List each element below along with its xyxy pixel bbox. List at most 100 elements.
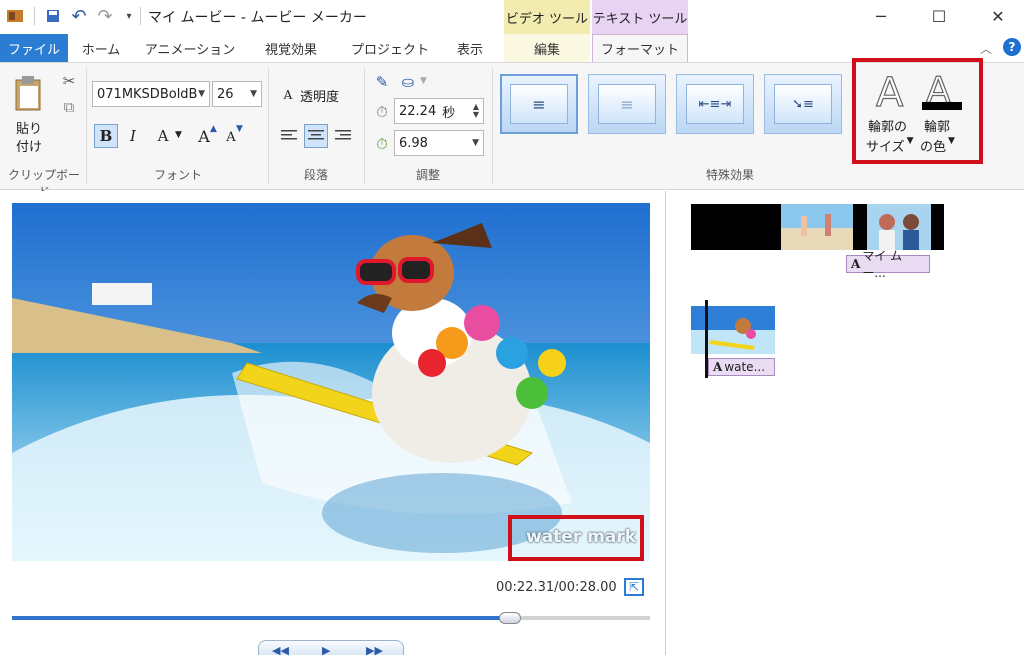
effect-thumbnail-2[interactable]: ≡	[588, 74, 666, 134]
transparency-button[interactable]: 透明度	[300, 86, 339, 105]
font-family-value: 071MKSDBoldB	[97, 86, 198, 102]
text-icon: A	[851, 257, 861, 271]
group-separator	[492, 68, 493, 184]
arrow-up-icon: ▲	[210, 124, 217, 134]
italic-button[interactable]: I	[122, 124, 144, 148]
timecode: 00:22.31/00:28.00	[496, 580, 617, 595]
tab-edit[interactable]: 編集	[504, 34, 590, 62]
background-color-icon[interactable]: ⛀	[398, 72, 418, 92]
scroll-horizontal-icon: ⇤≡⇥	[686, 84, 744, 124]
lines-icon: ≡	[510, 84, 568, 124]
previous-frame-icon[interactable]: ◀◀	[272, 644, 289, 657]
app-icon[interactable]	[6, 7, 24, 25]
duration-field[interactable]: 6.98 ▼	[394, 130, 484, 156]
font-size-value: 26	[217, 86, 234, 102]
font-size-select[interactable]: 26 ▼	[212, 81, 262, 107]
outline-color-icon: A	[922, 68, 962, 112]
start-time-icon: ⏱	[376, 103, 388, 121]
tab-home[interactable]: ホーム	[70, 34, 132, 62]
caption-chip-title[interactable]: A マイ ムー...	[846, 249, 930, 280]
caption-chip-title-label: マイ ムー...	[862, 249, 903, 280]
window-title: マイ ムービー - ムービー メーカー	[148, 10, 367, 26]
caption-chip-watermark[interactable]: Awate...	[708, 358, 775, 376]
save-icon[interactable]	[44, 7, 62, 25]
group-separator	[86, 68, 87, 184]
align-left-icon[interactable]	[278, 124, 300, 148]
play-icon[interactable]: ▶	[322, 644, 330, 657]
video-preview[interactable]: water mark	[12, 203, 650, 561]
next-frame-icon[interactable]: ▶▶	[366, 644, 383, 657]
help-icon[interactable]: ?	[1003, 38, 1021, 56]
cut-icon[interactable]: ✂	[60, 72, 78, 90]
surf-clip-thumbnail[interactable]	[691, 306, 775, 354]
effect-thumbnail-1[interactable]: ≡	[500, 74, 578, 134]
tab-animation[interactable]: アニメーション	[138, 34, 242, 62]
align-center-icon[interactable]	[304, 124, 328, 148]
outline-size-label-1: 輪郭の	[868, 120, 908, 135]
seek-thumb[interactable]	[498, 612, 521, 624]
svg-text:A: A	[876, 70, 904, 112]
clip-gap	[853, 204, 867, 250]
start-time-value: 22.24	[399, 103, 437, 119]
close-button[interactable]: ✕	[975, 0, 1021, 32]
tab-file[interactable]: ファイル	[0, 34, 68, 62]
tab-visual-effects[interactable]: 視覚効果	[248, 34, 334, 62]
group-separator	[268, 68, 269, 184]
duration-icon: ⏱	[376, 135, 388, 153]
start-time-field[interactable]: 22.24 秒 ▲ ▼	[394, 98, 484, 124]
chevron-down-icon[interactable]: ▼	[420, 76, 427, 86]
pane-divider	[665, 191, 666, 655]
divider	[34, 7, 35, 25]
effect-thumbnail-4[interactable]: ➘≡	[764, 74, 842, 134]
copy-icon[interactable]: ⧉	[60, 98, 78, 116]
paste-label-2: 付け	[16, 140, 43, 155]
bold-button[interactable]: B	[94, 124, 118, 148]
outline-color-button[interactable]: の色 ▼	[920, 136, 955, 155]
collapse-ribbon-icon[interactable]: ︿	[980, 40, 992, 57]
outline-color-label-1: 輪郭	[924, 120, 951, 135]
start-time-unit: 秒	[442, 105, 456, 121]
clip-end	[931, 204, 944, 250]
beach-clip-thumbnail[interactable]	[781, 204, 853, 250]
outline-color-label-2: の色	[920, 140, 947, 155]
maximize-button[interactable]: ☐	[916, 0, 962, 32]
preview-image	[12, 203, 650, 561]
paste-label-1: 貼り	[16, 122, 43, 137]
fullscreen-icon[interactable]: ⇱	[624, 578, 644, 596]
chevron-down-icon[interactable]: ▼	[175, 130, 182, 140]
group-label-paragraph: 段落	[303, 168, 328, 182]
undo-icon[interactable]: ↶	[70, 6, 88, 27]
divider	[140, 7, 141, 25]
group-separator	[364, 68, 365, 184]
watermark-text: water mark	[526, 527, 637, 547]
effect-thumbnail-3[interactable]: ⇤≡⇥	[676, 74, 754, 134]
tab-project[interactable]: プロジェクト	[340, 34, 440, 62]
font-color-button[interactable]: A	[152, 124, 174, 148]
seek-bar-fill	[12, 616, 510, 620]
people-clip-thumbnail[interactable]	[867, 204, 931, 250]
chevron-down-icon: ▼	[250, 89, 257, 99]
text-icon: A	[713, 360, 723, 374]
minimize-button[interactable]: ─	[858, 0, 904, 32]
tab-view[interactable]: 表示	[446, 34, 494, 62]
paste-button[interactable]	[12, 74, 46, 114]
spin-buttons-icon[interactable]: ▲ ▼	[473, 103, 483, 119]
outline-size-label-2: サイズ	[866, 140, 905, 155]
customize-quick-access-icon[interactable]: ▾	[120, 7, 138, 25]
chevron-down-icon: ▼	[198, 89, 205, 99]
fly-in-icon: ➘≡	[774, 84, 832, 124]
align-right-icon[interactable]	[332, 124, 354, 148]
black-clip-thumbnail[interactable]	[691, 204, 781, 250]
context-tab-text-tools: テキスト ツール	[592, 0, 688, 34]
outline-size-button[interactable]: サイズ ▼	[866, 136, 914, 155]
group-label-font: フォント	[153, 168, 202, 182]
tab-format[interactable]: フォーマット	[592, 34, 688, 62]
chevron-down-icon: ▼	[906, 136, 914, 146]
font-family-select[interactable]: 071MKSDBoldB ▼	[92, 81, 210, 107]
redo-icon[interactable]: ↷	[96, 6, 114, 27]
chevron-down-icon: ▼	[948, 136, 955, 146]
text-color-icon[interactable]: ✎	[372, 72, 392, 92]
duration-value: 6.98	[399, 135, 428, 151]
outline-size-icon: A	[872, 68, 912, 116]
paste-icon	[15, 76, 41, 111]
